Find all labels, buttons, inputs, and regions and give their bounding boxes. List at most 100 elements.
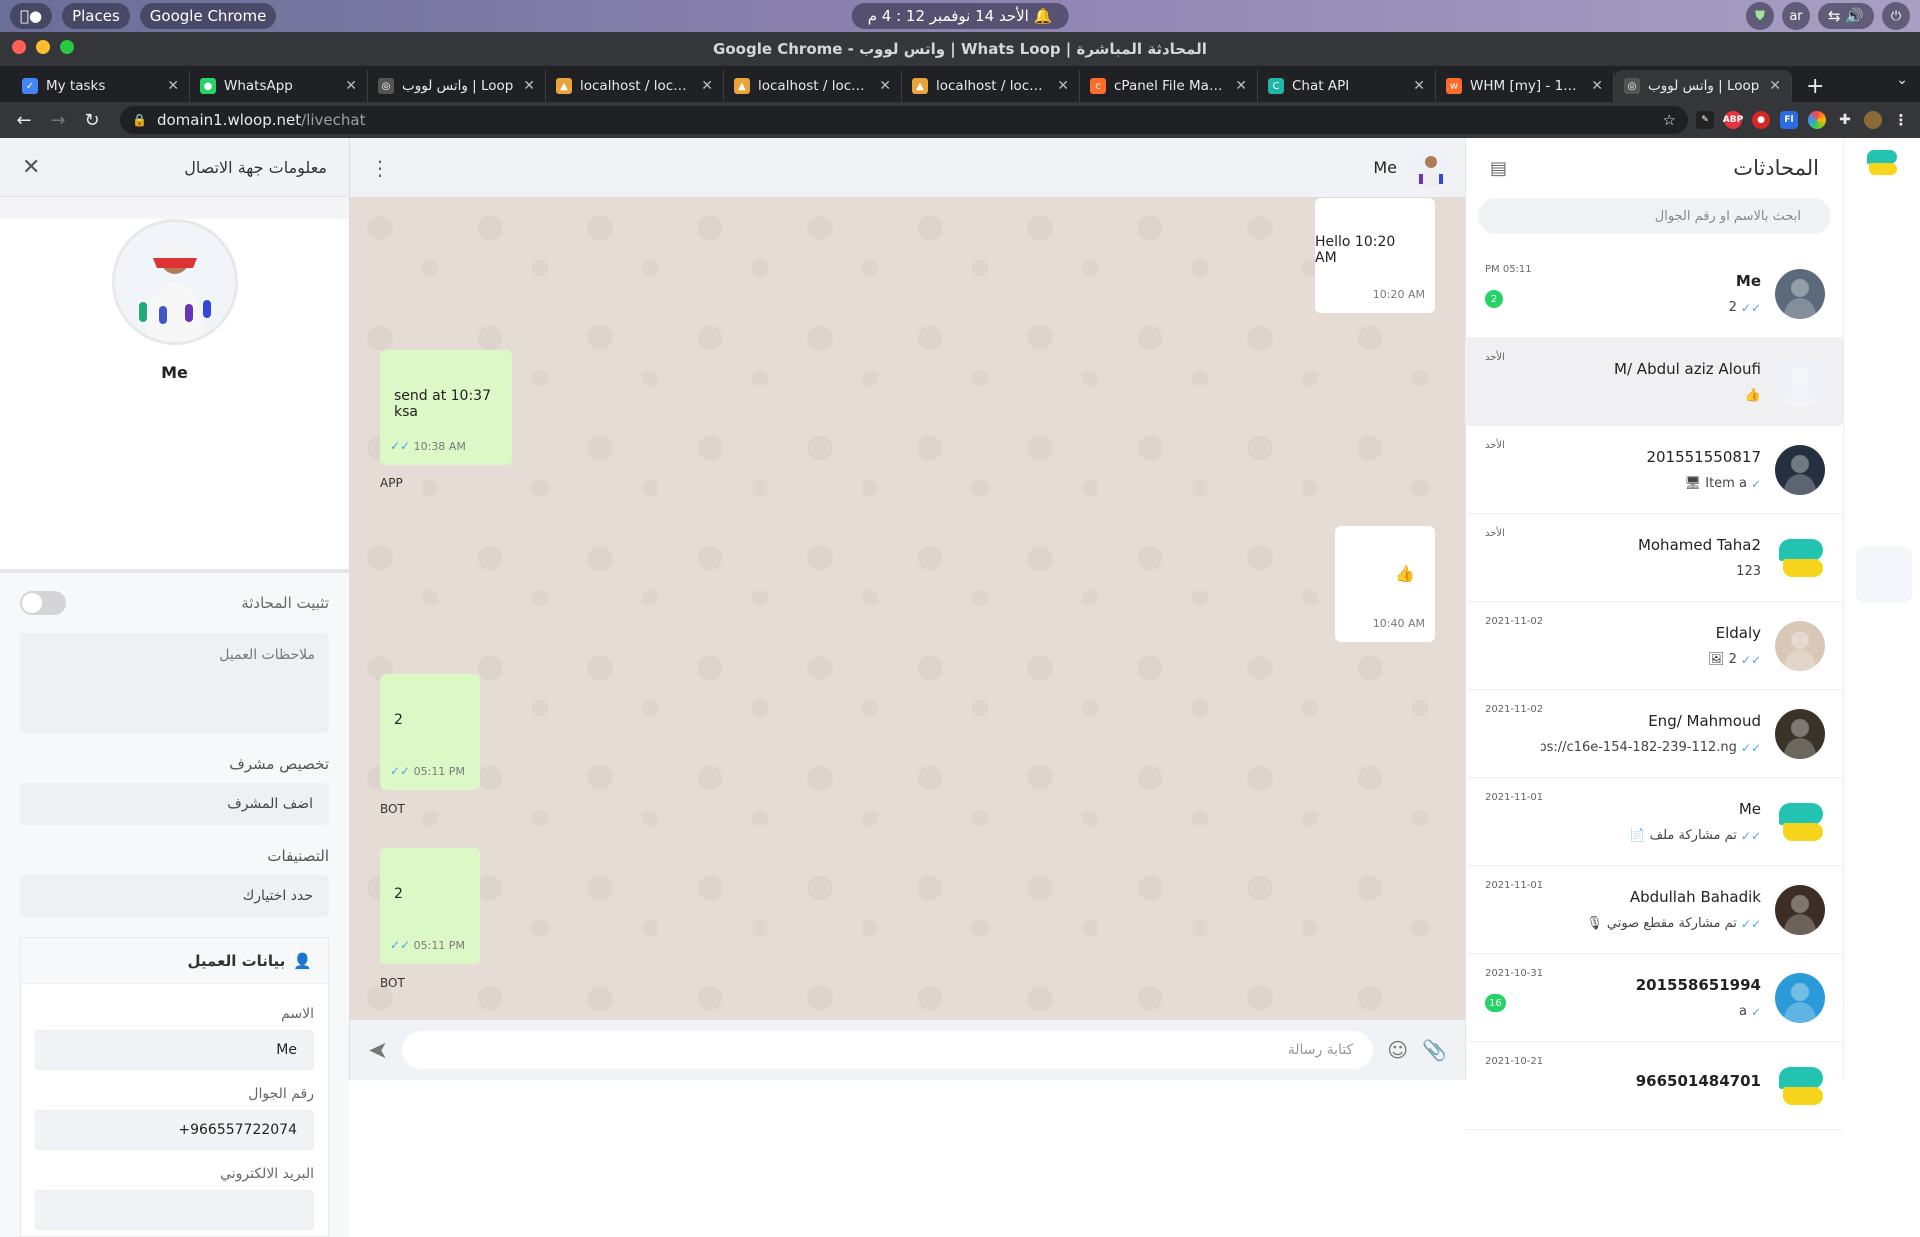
tab-close-icon[interactable]: ✕ xyxy=(1235,78,1247,94)
name-field[interactable]: Me xyxy=(35,1030,314,1070)
emoji-icon[interactable]: ☺ xyxy=(1387,1038,1408,1062)
notes-placeholder: ملاحظات العميل xyxy=(219,647,315,663)
conversation-item[interactable]: Mohamed Taha2 123 الأحد xyxy=(1465,514,1843,602)
power-icon[interactable]: ⏻ xyxy=(1882,2,1910,30)
tab-close-icon[interactable]: ✕ xyxy=(1413,78,1425,94)
network-icon[interactable]: ⇆ 🔊 xyxy=(1817,3,1874,29)
assign-supervisor-select[interactable]: اضف المشرف xyxy=(20,783,329,825)
close-icon[interactable]: ✕ xyxy=(22,155,40,180)
apple-menu[interactable]: ● xyxy=(10,3,53,29)
tab-close-icon[interactable]: ✕ xyxy=(701,78,713,94)
conversation-date: 2021-11-02 xyxy=(1485,616,1544,627)
phone-field[interactable]: +966557722074 xyxy=(35,1110,314,1150)
conversation-item[interactable]: Eldaly ✓✓ 2 🖼 2021-11-02 xyxy=(1465,602,1843,690)
customer-data-card: 👤 بيانات العميل الاسم Me رقم الجوال +9665… xyxy=(20,937,329,1237)
lock-icon: 🔒 xyxy=(132,113,147,127)
conversation-preview: 2 xyxy=(1728,300,1737,315)
conversation-item[interactable]: 201558651994 ✓ a 2021-10-31 16 xyxy=(1465,954,1843,1042)
browser-tab[interactable]: ▲ localhost / localhost ✕ xyxy=(546,70,724,102)
new-chat-icon[interactable]: ▤ xyxy=(1490,158,1507,179)
pin-toggle[interactable] xyxy=(20,591,66,615)
tab-close-icon[interactable]: ✕ xyxy=(523,78,535,94)
tab-favicon-icon: ◎ xyxy=(1624,78,1640,94)
rail-highlight[interactable] xyxy=(1856,547,1912,603)
message-bubble[interactable]: send at 10:37 ksa ✓✓ 10:38 AM xyxy=(380,350,512,465)
attach-icon[interactable]: 📎 xyxy=(1422,1038,1447,1062)
language-indicator[interactable]: ar xyxy=(1781,2,1810,30)
tab-close-icon[interactable]: ✕ xyxy=(1769,78,1781,94)
tab-close-icon[interactable]: ✕ xyxy=(167,78,179,94)
tab-favicon-icon: ▲ xyxy=(734,78,750,94)
whatsloop-logo-icon[interactable] xyxy=(1867,150,1897,176)
browser-tab[interactable]: ▲ localhost / localhost ✕ xyxy=(724,70,902,102)
conversation-item[interactable]: 201551550817 ✓ Item a 🖥 الأحد xyxy=(1465,426,1843,514)
extensions: ✎ ABP ● Fl ✚ ⋮ xyxy=(1696,111,1910,129)
adblock-extension-icon[interactable]: ABP xyxy=(1723,111,1743,129)
conversation-name: M/ Abdul aziz Aloufi xyxy=(1614,360,1761,378)
browser-tab[interactable]: C Chat API ✕ xyxy=(1258,70,1436,102)
conversation-item[interactable]: 966501484701 2021-10-21 xyxy=(1465,1042,1843,1130)
reload-icon[interactable]: ↻ xyxy=(78,110,106,131)
email-field[interactable] xyxy=(35,1190,314,1230)
app-menu[interactable]: Google Chrome xyxy=(139,3,277,29)
clock[interactable]: الأحد 14 نوفمبر 12 : 4 م 🔔 xyxy=(851,3,1069,29)
shield-icon[interactable]: ⛊ xyxy=(1745,2,1774,30)
tab-close-icon[interactable]: ✕ xyxy=(879,78,891,94)
new-tab-button[interactable]: + xyxy=(1806,70,1824,102)
close-window-button[interactable] xyxy=(12,40,26,54)
conversation-item[interactable]: Eng/ Mahmoud✓✓https://c16e-154-182-239-1… xyxy=(1465,690,1843,778)
message-text: 👍 xyxy=(1395,564,1415,583)
chat-menu-icon[interactable]: ⋮ xyxy=(370,156,390,180)
browser-tab[interactable]: ✓ My tasks ✕ xyxy=(12,70,190,102)
tab-favicon-icon: ✓ xyxy=(22,78,38,94)
conversations-search-input[interactable]: ابحث بالاسم او رقم الجوال xyxy=(1478,198,1831,234)
customer-notes-input[interactable]: ملاحظات العميل xyxy=(20,633,329,733)
conversations-panel: المحادثات ▤ ابحث بالاسم او رقم الجوال Me… xyxy=(1465,138,1843,1130)
address-bar[interactable]: 🔒 domain1.wloop.net/livechat ☆ xyxy=(120,106,1688,134)
send-icon[interactable]: ➤ xyxy=(368,1036,388,1064)
browser-tab[interactable]: c cPanel File Manager ✕ xyxy=(1080,70,1258,102)
browser-tab[interactable]: ● WhatsApp ✕ xyxy=(190,70,368,102)
contact-name: Me xyxy=(161,363,188,382)
pen-extension-icon[interactable]: ✎ xyxy=(1696,111,1714,129)
message-bubble[interactable]: Hello 10:20 AM 10:20 AM xyxy=(1315,198,1435,313)
star-icon[interactable]: ☆ xyxy=(1663,111,1676,129)
conversation-item[interactable]: Me ✓✓ 2 PM 05:11 2 xyxy=(1465,250,1843,338)
browser-tab[interactable]: ◎ واتس لووب | Loop ✕ xyxy=(368,70,546,102)
tab-close-icon[interactable]: ✕ xyxy=(345,78,357,94)
drop-extension-icon[interactable]: ● xyxy=(1752,111,1770,129)
browser-menu-icon[interactable]: ⋮ xyxy=(1892,111,1910,129)
message-bubble[interactable]: 2 ✓✓ 05:11 PM xyxy=(380,674,480,790)
contact-details: تثبيت المحادثة ملاحظات العميل تخصيص مشرف… xyxy=(0,573,349,1237)
message-input[interactable]: كتابة رسالة xyxy=(402,1031,1374,1069)
chat-panel: ⋮ Me Hello 10:20 AM 10:20 AM send at 10:… xyxy=(350,138,1465,1080)
tab-close-icon[interactable]: ✕ xyxy=(1057,78,1069,94)
back-icon[interactable]: ← xyxy=(10,110,38,131)
translate-extension-icon[interactable]: Fl xyxy=(1780,111,1798,129)
tab-search-icon[interactable]: ⌄ xyxy=(1896,72,1908,88)
message-bubble[interactable]: 2 ✓✓ 05:11 PM xyxy=(380,848,480,964)
categories-value: حدد اختيارك xyxy=(242,888,313,904)
tab-close-icon[interactable]: ✕ xyxy=(1591,78,1603,94)
browser-tab[interactable]: ◎ واتس لووب | Loop ✕ xyxy=(1614,70,1792,102)
double-check-icon: ✓✓ xyxy=(1740,300,1761,315)
browser-tab[interactable]: w WHM [my] - 100.0.2 ✕ xyxy=(1436,70,1614,102)
color-extension-icon[interactable] xyxy=(1808,111,1826,129)
conversation-item[interactable]: Abdullah Bahadik ✓✓ تم مشاركة مقطع صوتي 🎙 2… xyxy=(1465,866,1843,954)
places-menu[interactable]: Places xyxy=(62,3,130,29)
message-bubble[interactable]: 👍 10:40 AM xyxy=(1335,526,1435,642)
forward-icon[interactable]: → xyxy=(44,110,72,131)
contact-avatar xyxy=(1775,620,1825,671)
customer-data-header: 👤 بيانات العميل xyxy=(21,938,328,984)
minimize-window-button[interactable] xyxy=(36,40,50,54)
conversation-date: الأحد xyxy=(1485,528,1505,539)
browser-tab[interactable]: ▲ localhost / localhost ✕ xyxy=(902,70,1080,102)
maximize-window-button[interactable] xyxy=(60,40,74,54)
categories-select[interactable]: حدد اختيارك xyxy=(20,875,329,917)
profile-avatar[interactable] xyxy=(1864,111,1882,129)
conversation-item[interactable]: M/ Abdul aziz Aloufi 👍 الأحد xyxy=(1465,338,1843,426)
tab-favicon-icon: ▲ xyxy=(912,78,928,94)
puzzle-icon[interactable]: ✚ xyxy=(1836,111,1854,129)
conversation-item[interactable]: Me ✓✓ تم مشاركة ملف 📄 2021-11-01 xyxy=(1465,778,1843,866)
whatsloop-logo-avatar xyxy=(1775,1061,1825,1111)
